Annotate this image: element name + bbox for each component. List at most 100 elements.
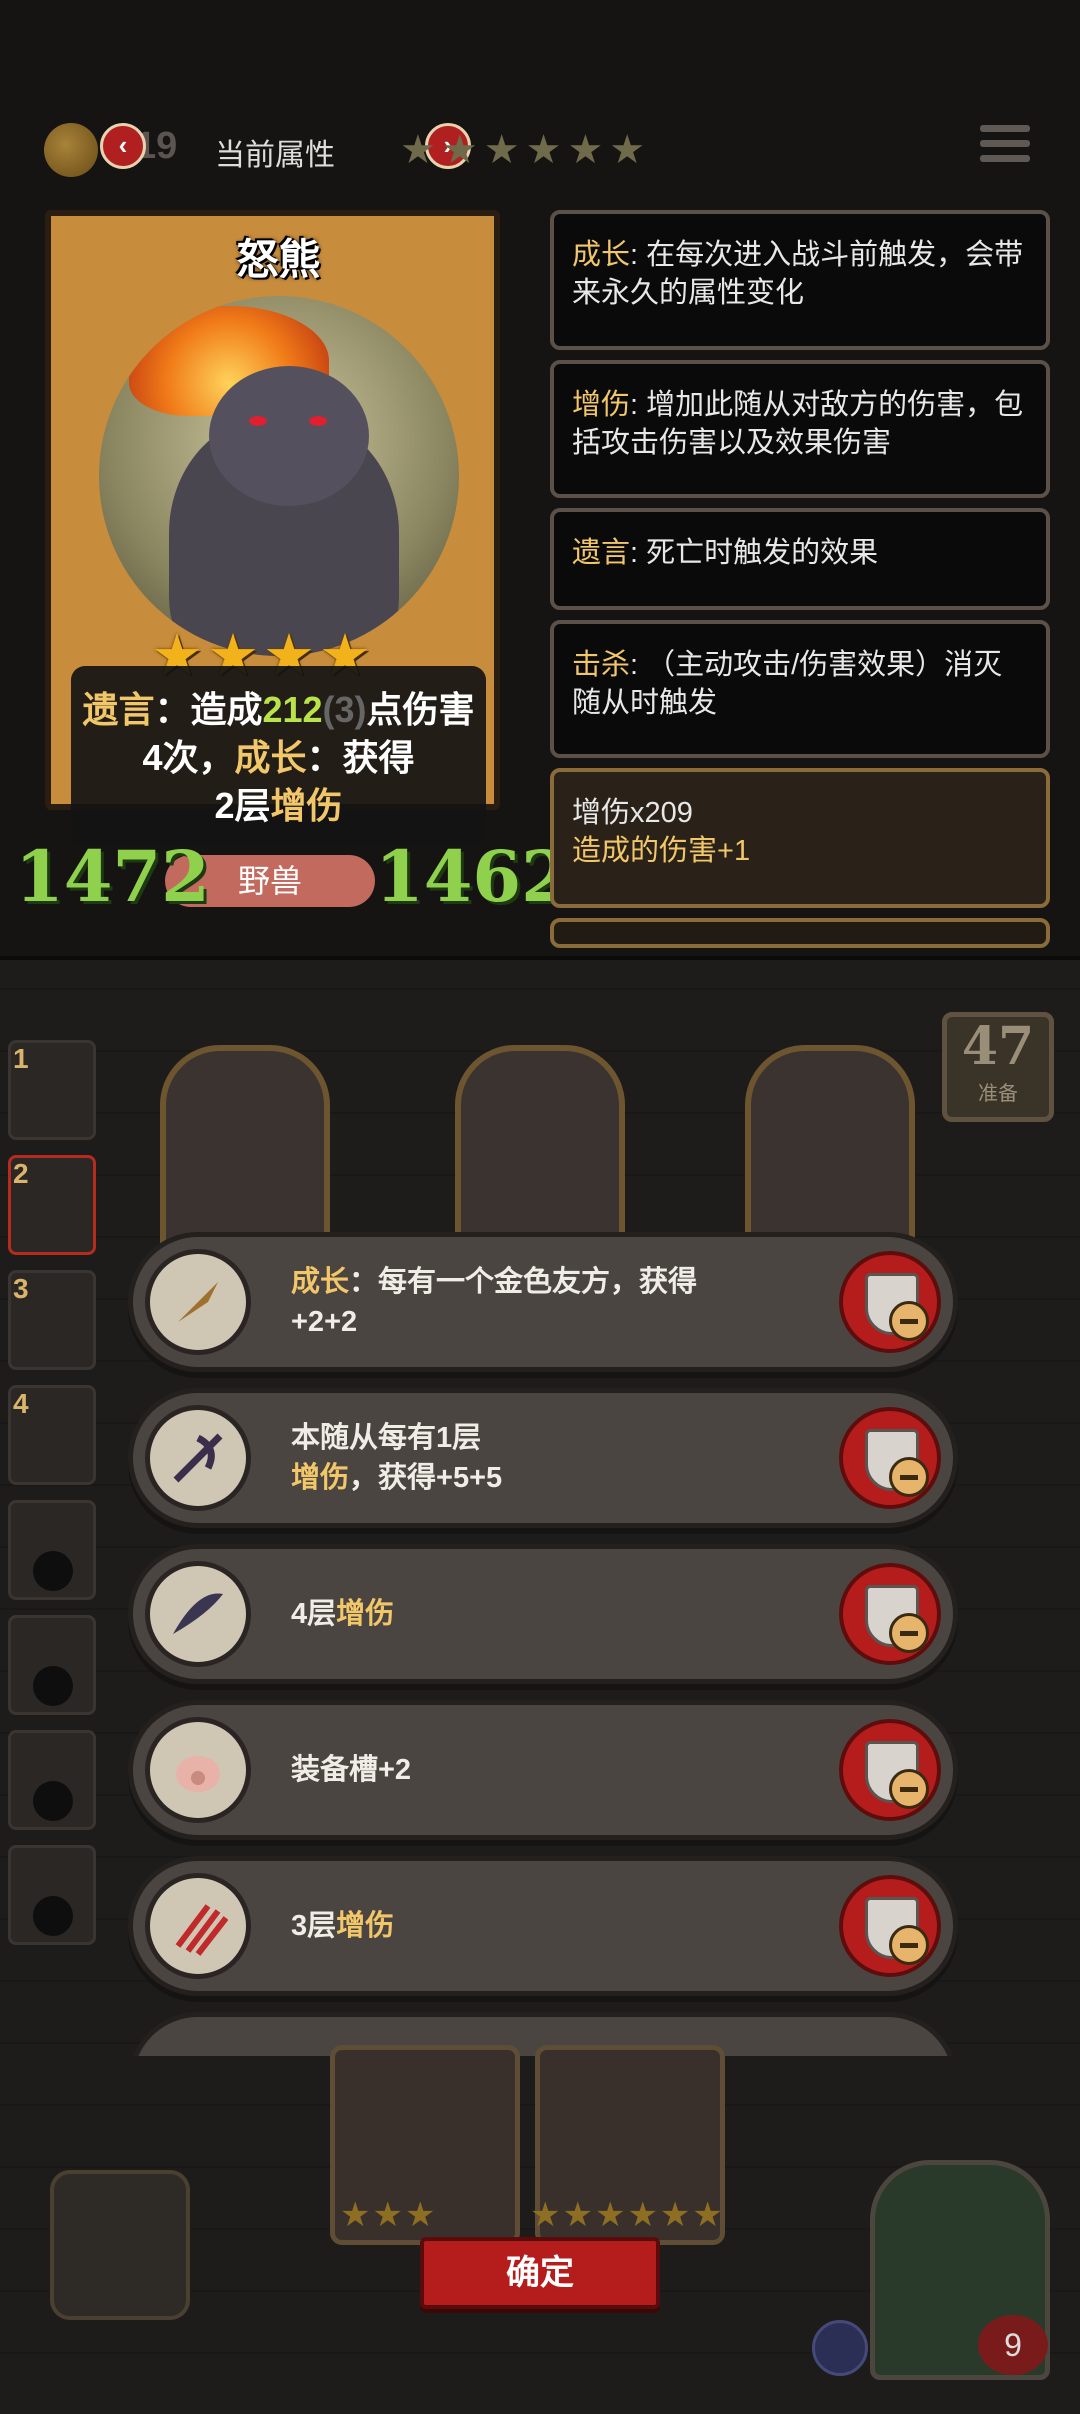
side-slot[interactable] [8,1500,96,1600]
choice-keyword: 增伤 [291,1462,350,1494]
keyword-text: : （主动攻击/伤害效果）消灭随从时触发 [572,649,1003,719]
choice-text: 3层增伤 [291,1861,811,1991]
scythe-icon [145,1405,251,1511]
minus-icon [889,1457,929,1497]
side-slot[interactable]: 4 [8,1385,96,1485]
keyword-panel-kill: 击杀: （主动攻击/伤害效果）消灭随从时触发 [550,620,1050,758]
card-name: 怒熊 [236,236,321,283]
menu-icon[interactable] [980,125,1030,175]
choice-item[interactable]: 本随从每有1层 增伤，获得+5+5 [128,1388,958,1528]
desc-text: 2层 [214,785,271,826]
buff-title: 增伤x209 [572,797,693,829]
damage-value: 212 [262,689,323,730]
card-frame: 怒熊 ★★★★ 遗言：造成212(3)点伤害4次，成长：获得 2层增伤 [45,210,500,846]
coin-icon [44,123,98,177]
bear-eye [249,416,267,426]
keyword-deathrattle: 遗言 [82,689,155,730]
minus-icon [889,1301,929,1341]
side-slot[interactable] [8,1615,96,1715]
choice-text: 成长：每有一个金色友方，获得 +2+2 [291,1237,811,1367]
feather-dart-icon [145,1249,251,1355]
health-stat: 1462 [375,835,570,918]
choice-item[interactable]: 成长：每有一个金色友方，获得 +2+2 [128,1232,958,1372]
side-slot[interactable] [8,1730,96,1830]
desc-text: ：造成 [154,689,263,730]
choice-keyword: 增伤 [336,1598,395,1630]
ready-count: 47 [961,1016,1035,1077]
slot-number: 3 [13,1273,29,1304]
minus-icon [889,1925,929,1965]
choice-line: 本随从每有1层 [291,1422,482,1454]
pig-icon [145,1717,251,1823]
choice-line: 3层 [291,1910,337,1942]
keyword-panel-damage-boost: 增伤: 增加此随从对敌方的伤害，包括攻击伤害以及效果伤害 [550,360,1050,498]
dark-wing-icon [145,1561,251,1667]
remove-button[interactable] [839,1875,941,1977]
keyword-damage-boost: 增伤 [270,785,343,826]
side-slot[interactable]: 3 [8,1270,96,1370]
ready-counter: 47 准备 [942,1012,1054,1122]
keyword-panel-deathrattle: 遗言: 死亡时触发的效果 [550,508,1050,610]
minus-icon [889,1613,929,1653]
remove-button[interactable] [839,1407,941,1509]
choice-line: ，获得+5+5 [349,1462,503,1494]
claw-slash-icon [145,1873,251,1979]
slot-number: 2 [13,1158,29,1189]
choice-keyword: 成长 [291,1266,350,1298]
slot-number: 4 [13,1388,29,1419]
keyword-panel-growth: 成长: 在每次进入战斗前触发，会带来永久的属性变化 [550,210,1050,350]
choice-line: +2+2 [291,1306,358,1338]
shop-card-stars: ★★★★★★ [530,2196,725,2234]
minus-icon [889,1769,929,1809]
level-stars: ★★★★★★ [400,128,652,172]
unit-card: 怒熊 ★★★★ 遗言：造成212(3)点伤害4次，成长：获得 2层增伤 野兽 1… [15,210,570,918]
remove-button[interactable] [839,1251,941,1353]
keyword-text: : 死亡时触发的效果 [630,537,879,569]
damage-base: (3) [322,689,367,730]
side-slot[interactable] [8,1845,96,1945]
equipment-slot[interactable] [50,2170,190,2320]
side-slot[interactable]: 1 [8,1040,96,1140]
confirm-button[interactable]: 确定 [420,2237,660,2309]
previous-arrow-button[interactable]: ‹ [100,123,146,169]
choice-item[interactable]: 装备槽+2 [128,1700,958,1840]
skull-icon [33,1896,73,1936]
lives-heart: 9 [978,2315,1048,2375]
choice-keyword: 增伤 [336,1910,395,1942]
bear-head [209,366,369,506]
bear-eye [309,416,327,426]
choice-text: 本随从每有1层 增伤，获得+5+5 [291,1393,811,1523]
keyword-text: : 在每次进入战斗前触发，会带来永久的属性变化 [572,239,1024,309]
keyword-name: 遗言 [572,537,631,569]
keyword-growth: 成长 [234,737,307,778]
buff-panel-partial [550,918,1050,948]
buff-value: +1 [717,835,751,867]
shield-badge-icon [812,2320,868,2376]
choice-line: ：每有一个金色友方，获得 [349,1266,698,1298]
attack-stat: 1472 [15,835,210,918]
remove-button[interactable] [839,1719,941,1821]
choice-item[interactable]: 3层增伤 [128,1856,958,1996]
desc-text: ：获得 [306,737,415,778]
remove-button[interactable] [839,1563,941,1665]
keyword-name: 成长 [572,239,631,271]
buff-effect: 造成的伤害 [572,835,718,867]
skull-icon [33,1551,73,1591]
shop-card-stars: ★★★ [340,2196,438,2234]
choice-text: 装备槽+2 [291,1705,811,1835]
choice-line: 4层 [291,1598,337,1630]
keyword-name: 增伤 [572,389,631,421]
attribute-header: 19 ‹ 当前属性 › ★★★★★★ [40,115,1050,185]
ready-label: 准备 [978,1083,1018,1105]
choice-line: 装备槽+2 [291,1754,412,1786]
page-title: 当前属性 [215,139,335,172]
choice-item[interactable]: 4层增伤 [128,1544,958,1684]
skull-icon [33,1666,73,1706]
bear-portrait [99,296,459,656]
card-description: 遗言：造成212(3)点伤害4次，成长：获得 2层增伤 [71,666,486,846]
slot-number: 1 [13,1043,29,1074]
side-slot[interactable]: 2 [8,1155,96,1255]
skull-icon [33,1781,73,1821]
keyword-name: 击杀 [572,649,631,681]
buff-panel: 增伤x209 造成的伤害+1 [550,768,1050,908]
